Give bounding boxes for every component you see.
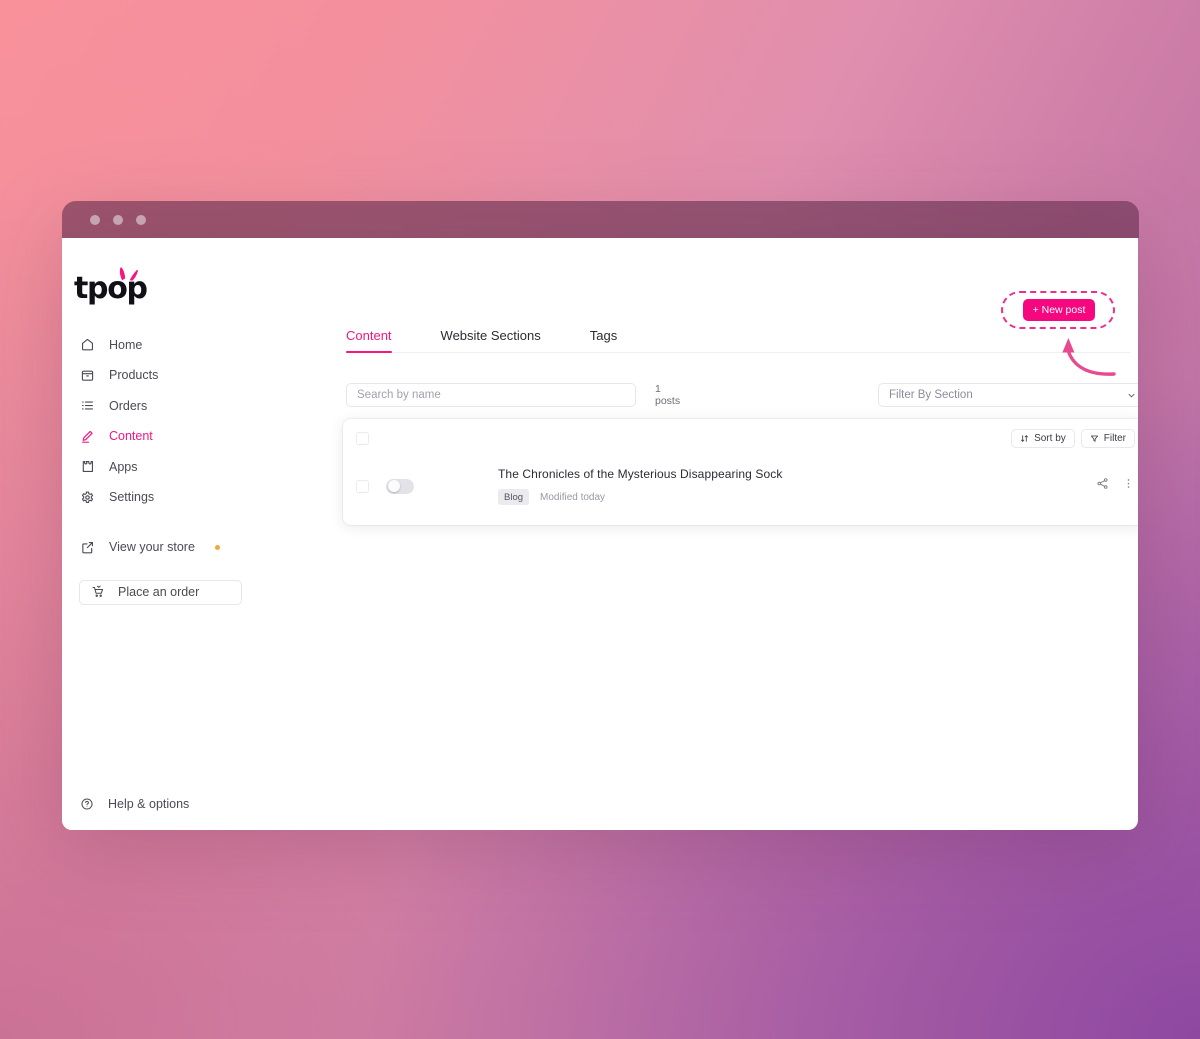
sidebar-nav: Home Products Orders Content Apps Settin…: [62, 334, 307, 508]
sort-by-label: Sort by: [1034, 433, 1066, 444]
window-titlebar: [62, 201, 1139, 238]
place-an-order-label: Place an order: [118, 585, 200, 599]
post-subinfo: Blog Modified today: [498, 489, 782, 505]
box-icon: [81, 370, 94, 381]
sidebar-item-settings[interactable]: Settings: [74, 487, 307, 508]
sidebar-item-label: Apps: [109, 459, 138, 474]
home-icon: [81, 338, 94, 351]
sidebar-item-products[interactable]: Products: [74, 365, 307, 386]
help-and-options-link[interactable]: Help & options: [80, 797, 189, 811]
view-your-store-label: View your store: [109, 540, 195, 554]
tab-content[interactable]: Content: [346, 328, 392, 353]
post-row[interactable]: The Chronicles of the Mysterious Disappe…: [343, 458, 1138, 514]
section-filter-label: Filter By Section: [889, 389, 973, 401]
bunny-ears-icon: [119, 267, 138, 281]
sort-by-button[interactable]: Sort by: [1011, 429, 1075, 448]
sidebar-item-label: Home: [109, 337, 143, 352]
gear-icon: [81, 491, 94, 503]
window-maximize-button[interactable]: [136, 214, 146, 225]
post-row-actions: [1096, 477, 1135, 495]
main-content: Content Website Sections Tags 1 posts Fi…: [307, 238, 1138, 830]
post-modified-date: Modified today: [540, 491, 606, 503]
content-tabs: Content Website Sections Tags: [346, 328, 1130, 353]
puzzle-icon: [82, 460, 94, 473]
window-close-button[interactable]: [90, 214, 100, 225]
sidebar-item-label: Products: [109, 368, 159, 382]
question-circle-icon: [81, 798, 93, 810]
card-header-actions: Sort by Filter: [1011, 429, 1135, 448]
view-your-store-link[interactable]: View your store: [74, 537, 307, 558]
posts-card: Sort by Filter The Chronicles of the Mys…: [343, 419, 1138, 525]
app-frame: tpop Home Products Orders Content Apps S…: [62, 238, 1138, 830]
place-an-order-button[interactable]: Place an order: [79, 579, 242, 605]
post-count-number: 1: [655, 383, 661, 395]
browser-window: tpop Home Products Orders Content Apps S…: [62, 201, 1139, 830]
sidebar-item-label: Settings: [109, 490, 155, 504]
post-publish-toggle[interactable]: [386, 478, 414, 494]
external-link-icon: [82, 541, 94, 553]
post-count-unit: posts: [655, 395, 681, 407]
more-vertical-icon[interactable]: [1122, 477, 1135, 495]
sidebar: tpop Home Products Orders Content Apps S…: [62, 238, 307, 830]
posts-card-header: Sort by Filter: [343, 419, 1138, 458]
funnel-icon: [1090, 435, 1098, 442]
filter-bar: 1 posts Filter By Section: [346, 383, 1138, 407]
store-status-dot: [214, 544, 220, 550]
post-select-checkbox[interactable]: [356, 479, 369, 493]
sidebar-item-orders[interactable]: Orders: [74, 395, 307, 416]
post-count: 1 posts: [655, 383, 680, 407]
filter-button[interactable]: Filter: [1080, 429, 1135, 448]
select-all-checkbox[interactable]: [356, 432, 369, 445]
sidebar-item-apps[interactable]: Apps: [74, 456, 307, 477]
new-post-button[interactable]: + New post: [1023, 299, 1095, 321]
sidebar-item-home[interactable]: Home: [74, 334, 307, 355]
tab-website-sections[interactable]: Website Sections: [441, 328, 541, 352]
cart-icon: [92, 585, 104, 598]
post-type-badge: Blog: [498, 489, 530, 505]
sidebar-item-content[interactable]: Content: [74, 426, 307, 447]
search-input[interactable]: [346, 383, 636, 407]
help-and-options-label: Help & options: [108, 797, 190, 811]
sidebar-item-label: Content: [109, 429, 153, 443]
post-info: The Chronicles of the Mysterious Disappe…: [498, 467, 782, 505]
sidebar-item-label: Orders: [109, 398, 148, 413]
window-minimize-button[interactable]: [113, 214, 123, 225]
chevron-down-icon: [1128, 393, 1135, 397]
pencil-icon: [82, 430, 93, 443]
filter-label: Filter: [1103, 433, 1126, 444]
new-post-highlight: + New post: [1001, 291, 1115, 329]
tpop-logo[interactable]: tpop: [74, 267, 164, 306]
list-icon: [81, 401, 94, 410]
post-title: The Chronicles of the Mysterious Disappe…: [498, 467, 783, 481]
sort-icon: [1021, 435, 1029, 442]
tab-tags[interactable]: Tags: [590, 328, 617, 352]
share-icon[interactable]: [1096, 477, 1109, 495]
toggle-knob: [387, 480, 400, 492]
section-filter-dropdown[interactable]: Filter By Section: [878, 383, 1138, 407]
